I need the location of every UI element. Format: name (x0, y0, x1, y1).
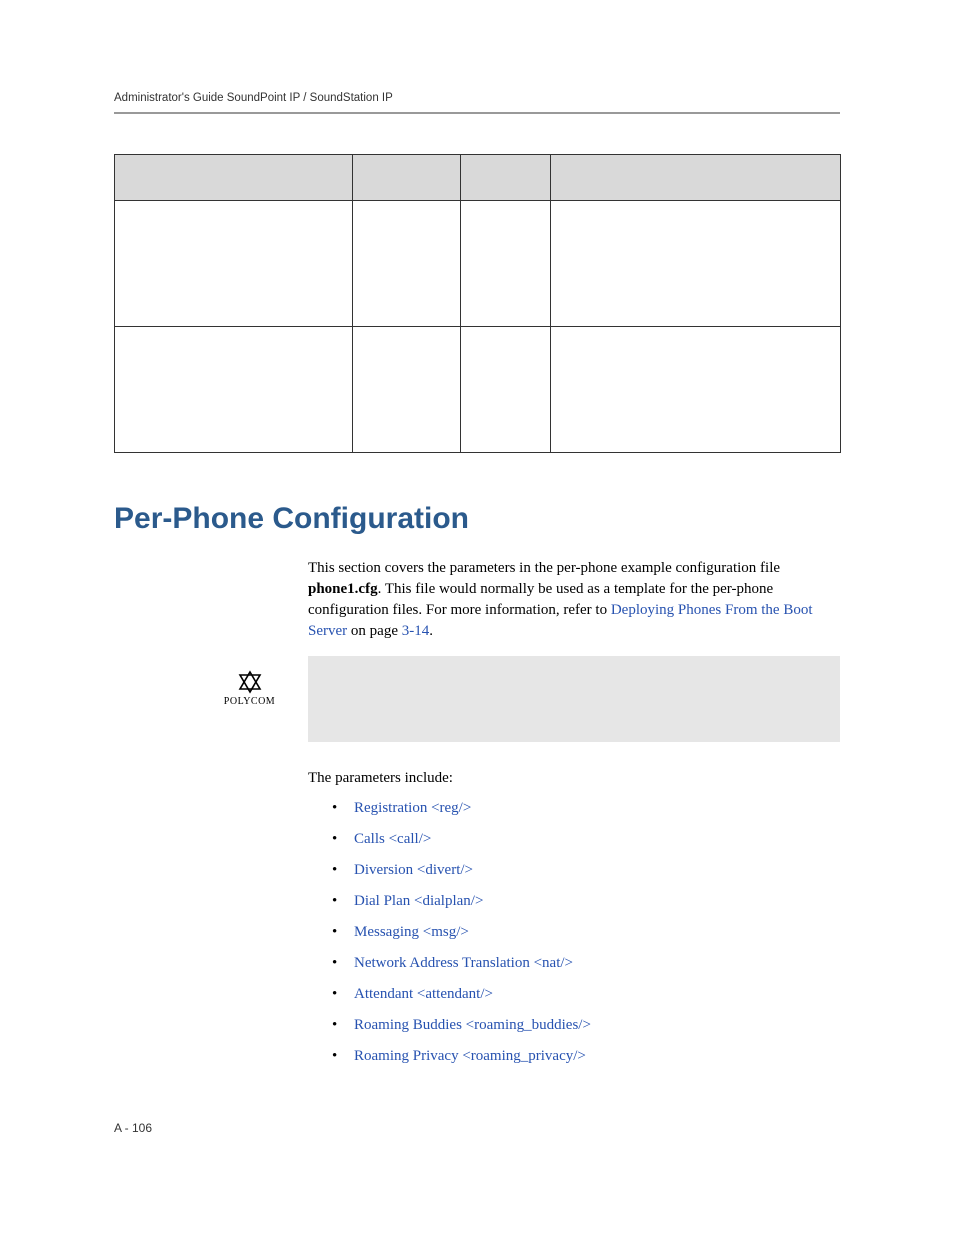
th-interpretation (551, 155, 841, 201)
list-item[interactable]: Network Address Translation <nat/> (332, 955, 591, 972)
parameter-link-list: Registration <reg/> Calls <call/> Divers… (332, 800, 591, 1079)
list-item[interactable]: Roaming Buddies <roaming_buddies/> (332, 1017, 591, 1034)
params-intro-text: The parameters include: (308, 770, 453, 787)
header-divider (114, 112, 840, 114)
td-interpretation (551, 201, 841, 327)
list-item[interactable]: Registration <reg/> (332, 800, 591, 817)
list-item[interactable]: Dial Plan <dialplan/> (332, 893, 591, 910)
intro-end: . (429, 623, 433, 639)
polycom-glyph-icon (222, 670, 277, 694)
table-row (115, 327, 841, 453)
td-permitted (353, 201, 461, 327)
intro-filename: phone1.cfg (308, 581, 378, 597)
intro-paragraph: This section covers the parameters in th… (308, 558, 840, 642)
td-interpretation (551, 327, 841, 453)
polycom-logo-text: POLYCOM (222, 696, 277, 707)
td-permitted (353, 327, 461, 453)
list-item[interactable]: Messaging <msg/> (332, 924, 591, 941)
list-item[interactable]: Attendant <attendant/> (332, 986, 591, 1003)
th-permitted (353, 155, 461, 201)
list-item[interactable]: Calls <call/> (332, 831, 591, 848)
td-attribute (115, 327, 353, 453)
polycom-logo: POLYCOM (222, 670, 277, 707)
td-default (461, 201, 551, 327)
page-header: Administrator's Guide SoundPoint IP / So… (114, 92, 840, 104)
parameter-table (114, 154, 841, 453)
td-attribute (115, 201, 353, 327)
note-callout-box (308, 656, 840, 742)
list-item[interactable]: Diversion <divert/> (332, 862, 591, 879)
intro-onpage: on page (347, 623, 402, 639)
table-row (115, 201, 841, 327)
table-header-row (115, 155, 841, 201)
td-default (461, 327, 551, 453)
th-attribute (115, 155, 353, 201)
intro-text-prefix: This section covers the parameters in th… (308, 560, 780, 576)
page-number: A - 106 (114, 1121, 152, 1135)
link-page-ref[interactable]: 3-14 (402, 623, 430, 639)
list-item[interactable]: Roaming Privacy <roaming_privacy/> (332, 1048, 591, 1065)
section-heading: Per-Phone Configuration (114, 502, 469, 536)
th-default (461, 155, 551, 201)
